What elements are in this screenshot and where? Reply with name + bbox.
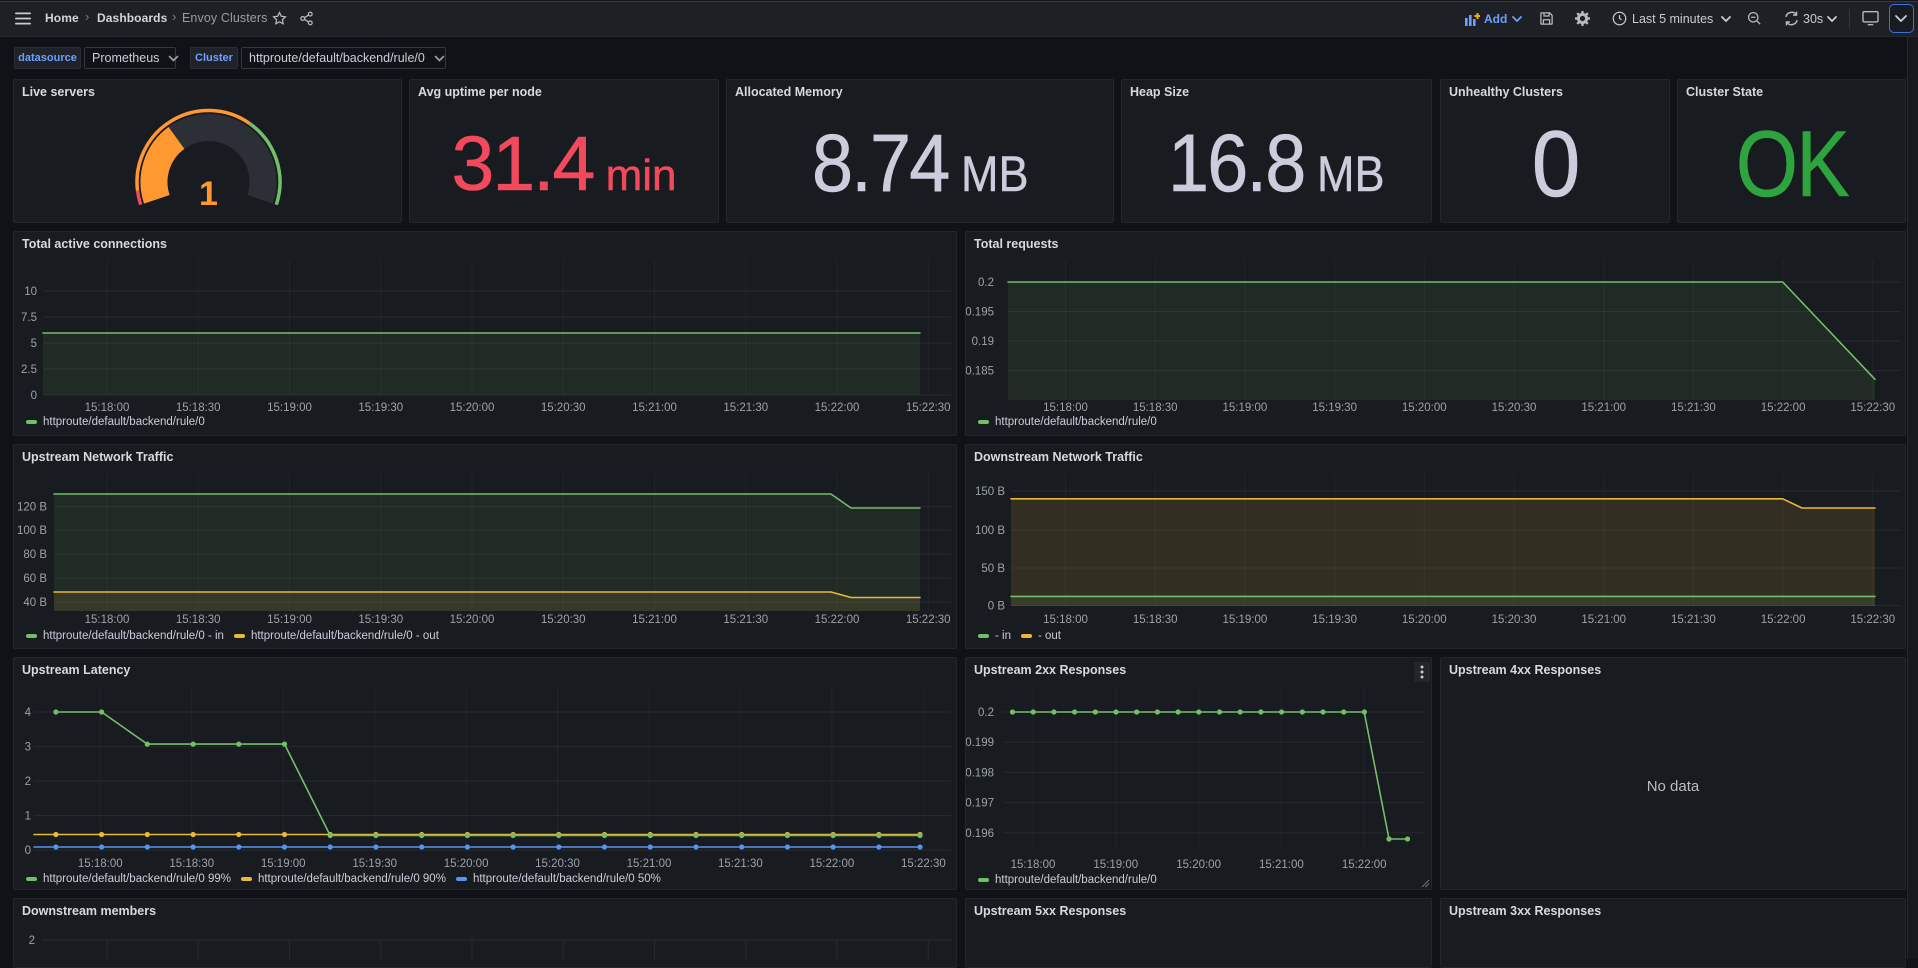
svg-text:15:21:30: 15:21:30: [723, 402, 768, 414]
svg-text:0.19: 0.19: [972, 336, 994, 348]
svg-text:15:18:30: 15:18:30: [176, 614, 221, 626]
svg-text:15:22:00: 15:22:00: [815, 402, 860, 414]
svg-text:4: 4: [25, 707, 32, 719]
svg-text:15:21:30: 15:21:30: [723, 614, 768, 626]
svg-text:15:18:30: 15:18:30: [176, 402, 221, 414]
svg-text:15:20:00: 15:20:00: [450, 614, 495, 626]
svg-text:15:22:00: 15:22:00: [815, 614, 860, 626]
svg-text:1: 1: [25, 811, 31, 823]
svg-text:10: 10: [24, 286, 37, 298]
svg-text:15:18:30: 15:18:30: [1133, 614, 1178, 626]
svg-text:15:20:00: 15:20:00: [1176, 859, 1221, 871]
svg-text:0 B: 0 B: [988, 601, 1006, 613]
svg-text:0.185: 0.185: [966, 366, 994, 378]
svg-text:15:18:00: 15:18:00: [78, 858, 123, 870]
svg-text:15:19:00: 15:19:00: [1223, 402, 1268, 414]
svg-text:15:18:30: 15:18:30: [1133, 402, 1178, 414]
svg-text:15:19:30: 15:19:30: [1312, 614, 1357, 626]
svg-text:15:20:00: 15:20:00: [444, 858, 489, 870]
svg-text:15:19:00: 15:19:00: [1093, 859, 1138, 871]
svg-text:15:22:30: 15:22:30: [1850, 402, 1895, 414]
svg-text:15:20:30: 15:20:30: [535, 858, 580, 870]
svg-text:15:22:30: 15:22:30: [906, 402, 951, 414]
svg-text:15:20:30: 15:20:30: [541, 614, 586, 626]
svg-text:15:22:00: 15:22:00: [1342, 859, 1387, 871]
svg-text:15:21:00: 15:21:00: [632, 402, 677, 414]
svg-text:15:22:00: 15:22:00: [1761, 402, 1806, 414]
svg-text:15:22:30: 15:22:30: [901, 858, 946, 870]
svg-text:15:21:00: 15:21:00: [632, 614, 677, 626]
svg-text:0.2: 0.2: [978, 707, 994, 719]
svg-text:2: 2: [25, 776, 31, 788]
svg-text:3: 3: [25, 742, 31, 754]
svg-text:100 B: 100 B: [17, 525, 47, 537]
svg-text:40 B: 40 B: [23, 597, 47, 609]
svg-text:15:22:00: 15:22:00: [1761, 614, 1806, 626]
svg-text:15:19:00: 15:19:00: [267, 402, 312, 414]
svg-text:0: 0: [31, 390, 37, 402]
svg-text:15:18:00: 15:18:00: [1043, 402, 1088, 414]
svg-text:15:21:30: 15:21:30: [1671, 614, 1716, 626]
svg-text:15:21:00: 15:21:00: [1581, 614, 1626, 626]
svg-text:15:21:00: 15:21:00: [1259, 859, 1304, 871]
svg-text:15:19:30: 15:19:30: [358, 614, 403, 626]
svg-text:7.5: 7.5: [21, 312, 37, 324]
svg-text:120 B: 120 B: [17, 502, 47, 514]
svg-text:15:19:30: 15:19:30: [1312, 402, 1357, 414]
svg-text:15:20:00: 15:20:00: [450, 402, 495, 414]
svg-text:15:19:30: 15:19:30: [358, 402, 403, 414]
svg-text:15:18:00: 15:18:00: [1011, 859, 1056, 871]
svg-text:15:18:30: 15:18:30: [169, 858, 214, 870]
svg-text:15:21:00: 15:21:00: [1581, 402, 1626, 414]
svg-text:15:18:00: 15:18:00: [85, 402, 130, 414]
svg-text:0: 0: [25, 845, 31, 857]
svg-text:0.195: 0.195: [966, 307, 994, 319]
svg-text:150 B: 150 B: [975, 486, 1005, 498]
svg-text:0.197: 0.197: [966, 798, 994, 810]
svg-text:15:21:30: 15:21:30: [1671, 402, 1716, 414]
svg-text:15:18:00: 15:18:00: [1043, 614, 1088, 626]
svg-text:15:19:30: 15:19:30: [352, 858, 397, 870]
svg-text:0.199: 0.199: [966, 737, 994, 749]
svg-text:15:20:00: 15:20:00: [1402, 614, 1447, 626]
svg-text:1: 1: [199, 175, 218, 213]
svg-text:15:19:00: 15:19:00: [267, 614, 312, 626]
svg-text:15:19:00: 15:19:00: [1223, 614, 1268, 626]
svg-text:15:22:00: 15:22:00: [810, 858, 855, 870]
svg-text:5: 5: [31, 338, 37, 350]
svg-text:80 B: 80 B: [23, 549, 47, 561]
svg-text:0.198: 0.198: [966, 767, 994, 779]
svg-text:15:21:00: 15:21:00: [627, 858, 672, 870]
svg-text:15:22:30: 15:22:30: [906, 614, 951, 626]
svg-text:15:18:00: 15:18:00: [85, 614, 130, 626]
svg-text:0.2: 0.2: [978, 277, 994, 289]
svg-text:2.5: 2.5: [21, 364, 37, 376]
svg-text:50 B: 50 B: [981, 563, 1005, 575]
svg-text:100 B: 100 B: [975, 525, 1005, 537]
svg-text:60 B: 60 B: [23, 573, 47, 585]
svg-text:15:22:30: 15:22:30: [1850, 614, 1895, 626]
svg-text:15:20:30: 15:20:30: [1492, 614, 1537, 626]
svg-text:0.196: 0.196: [966, 828, 994, 840]
svg-text:15:21:30: 15:21:30: [718, 858, 763, 870]
svg-text:15:19:00: 15:19:00: [261, 858, 306, 870]
svg-text:2: 2: [29, 935, 35, 947]
svg-text:15:20:00: 15:20:00: [1402, 402, 1447, 414]
svg-text:15:20:30: 15:20:30: [541, 402, 586, 414]
svg-text:15:20:30: 15:20:30: [1492, 402, 1537, 414]
